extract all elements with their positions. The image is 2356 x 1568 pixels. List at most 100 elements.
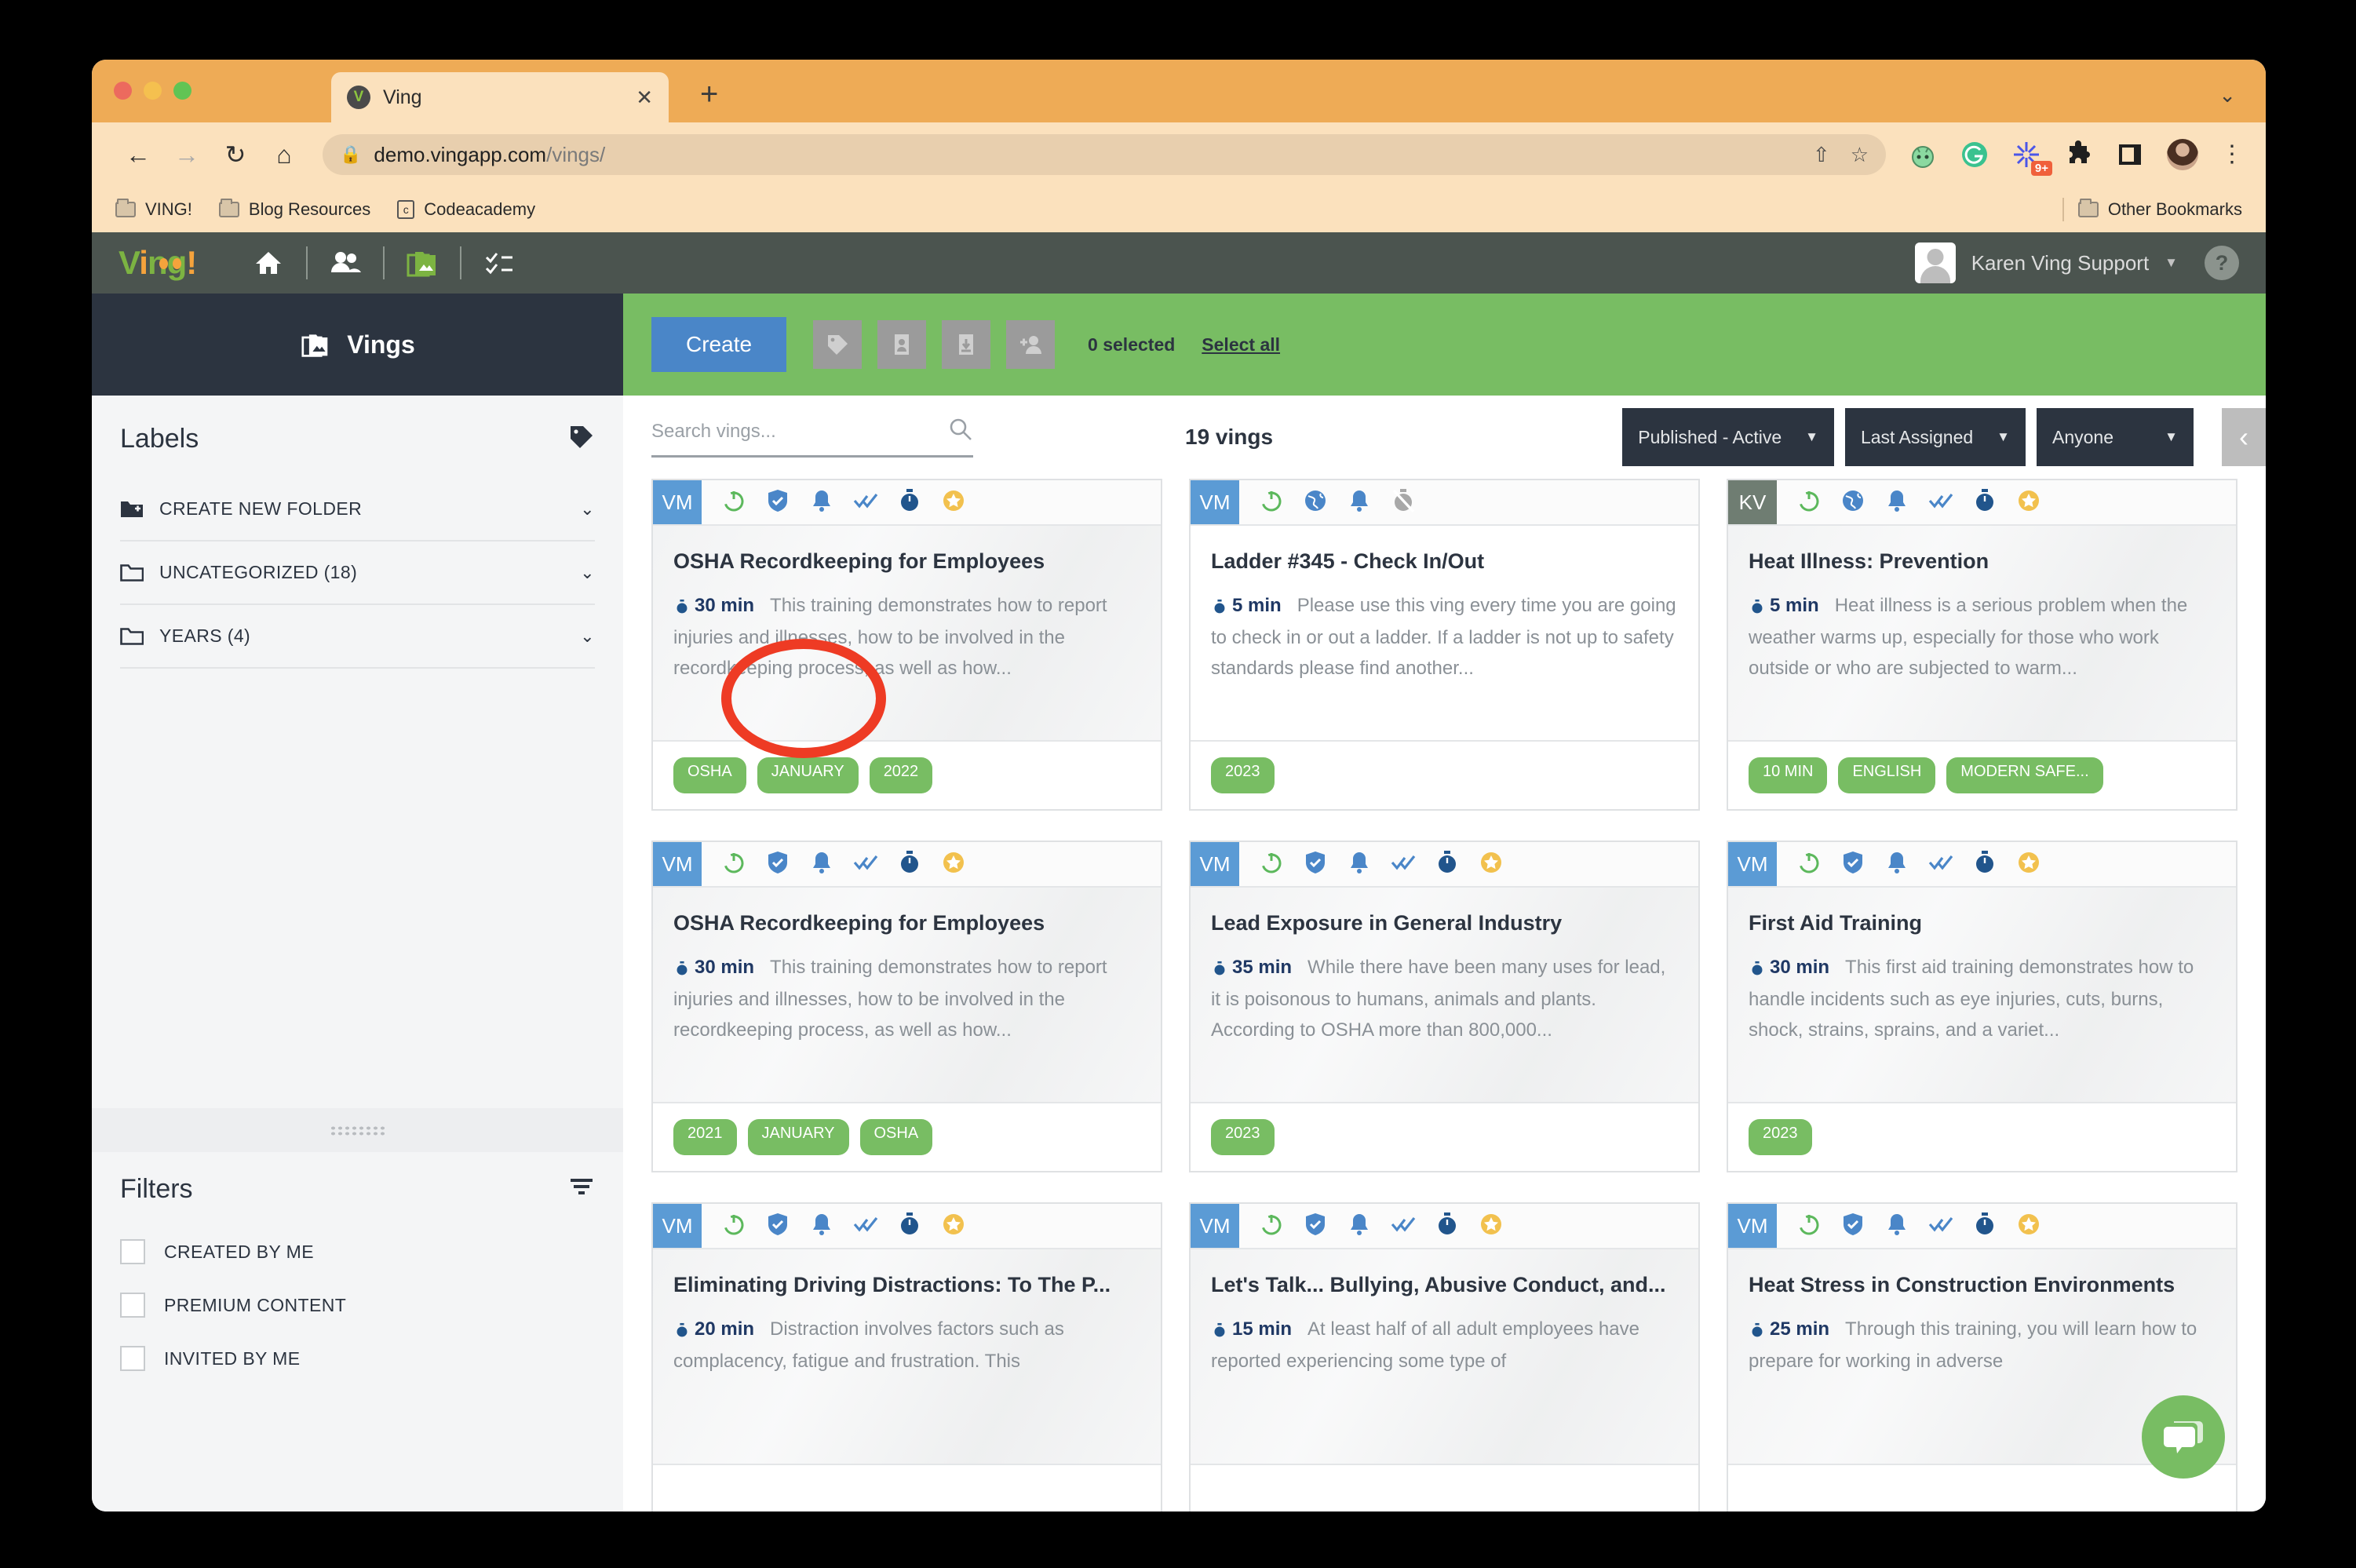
bell-icon[interactable] <box>1884 487 1910 518</box>
close-window-button[interactable] <box>114 82 132 100</box>
filter-icon[interactable] <box>568 1176 595 1203</box>
power-icon[interactable] <box>1258 1211 1285 1242</box>
chevron-down-icon[interactable]: ⌄ <box>580 499 595 520</box>
people-icon[interactable] <box>322 247 369 279</box>
double-check-icon[interactable] <box>1390 849 1417 880</box>
star-icon[interactable] <box>1478 1211 1504 1242</box>
share-icon[interactable]: ⇧ <box>1813 143 1830 167</box>
sidebar-item-uncategorized[interactable]: UNCATEGORIZED (18) ⌄ <box>120 542 595 605</box>
ving-tag[interactable]: MODERN SAFE... <box>1946 757 2103 793</box>
chevron-down-icon[interactable]: ▼ <box>1805 429 1818 445</box>
forward-icon[interactable]: → <box>162 140 211 170</box>
ving-tag[interactable]: ENGLISH <box>1838 757 1935 793</box>
ving-tag[interactable]: JANUARY <box>748 1119 849 1155</box>
double-check-icon[interactable] <box>1927 1211 1954 1242</box>
close-tab-icon[interactable]: ✕ <box>636 86 653 110</box>
bookmark-ving[interactable]: VING! <box>115 199 192 220</box>
power-icon[interactable] <box>1258 487 1285 518</box>
other-bookmarks-button[interactable]: Other Bookmarks <box>2078 199 2242 220</box>
select-status[interactable]: Published - Active ▼ <box>1622 408 1834 466</box>
help-button[interactable]: ? <box>2205 246 2239 280</box>
sidebar-item-years[interactable]: YEARS (4) ⌄ <box>120 605 595 669</box>
shield-check-icon[interactable] <box>764 1211 791 1242</box>
browser-menu-icon[interactable]: ⋮ <box>2220 151 2244 159</box>
ving-card[interactable]: VM OSHA Recordkeeping for Employees 30 m… <box>651 841 1162 1172</box>
power-icon[interactable] <box>720 487 747 518</box>
bell-icon[interactable] <box>1346 1211 1373 1242</box>
minimize-window-button[interactable] <box>144 82 162 100</box>
user-menu[interactable]: Karen Ving Support ▼ ? <box>1915 242 2239 283</box>
power-icon[interactable] <box>1796 1211 1822 1242</box>
stopwatch-icon[interactable] <box>896 1211 923 1242</box>
puzzle-extensions-icon[interactable] <box>2063 140 2093 170</box>
stopwatch-icon[interactable] <box>1434 1211 1461 1242</box>
tag-icon-button[interactable] <box>813 320 862 369</box>
ving-tag[interactable]: 2023 <box>1749 1119 1812 1155</box>
power-icon[interactable] <box>720 849 747 880</box>
back-icon[interactable]: ← <box>114 140 162 170</box>
shield-check-icon[interactable] <box>764 849 791 880</box>
filter-created-by-me[interactable]: CREATED BY ME <box>120 1225 595 1278</box>
checkbox[interactable] <box>120 1346 145 1371</box>
stopwatch-icon[interactable] <box>1434 849 1461 880</box>
add-person-icon-button[interactable] <box>1006 320 1055 369</box>
chevron-down-icon[interactable]: ▼ <box>2165 429 2178 445</box>
ving-tag[interactable]: OSHA <box>860 1119 933 1155</box>
double-check-icon[interactable] <box>852 1211 879 1242</box>
ving-card[interactable]: VM Lead Exposure in General Industry 35 … <box>1189 841 1700 1172</box>
download-icon-button[interactable] <box>942 320 990 369</box>
window-controls[interactable] <box>114 82 191 100</box>
home-icon[interactable]: ⌂ <box>260 140 308 170</box>
shield-check-icon[interactable] <box>1302 1211 1329 1242</box>
star-icon[interactable] <box>2015 1211 2042 1242</box>
select-all-link[interactable]: Select all <box>1202 334 1280 356</box>
stopwatch-icon[interactable] <box>1971 487 1998 518</box>
tag-icon[interactable] <box>568 424 595 454</box>
new-tab-icon[interactable]: + <box>700 80 718 108</box>
power-icon[interactable] <box>1796 849 1822 880</box>
maximize-window-button[interactable] <box>173 82 191 100</box>
globe-icon[interactable] <box>1302 487 1329 518</box>
contact-card-icon-button[interactable] <box>877 320 926 369</box>
ving-card[interactable]: VM First Aid Training 30 min This first … <box>1727 841 2237 1172</box>
ving-card[interactable]: KV Heat Illness: Prevention 5 min Heat i… <box>1727 479 2237 811</box>
loom-extension-icon[interactable]: 9+ <box>2011 140 2041 170</box>
globe-icon[interactable] <box>1840 487 1866 518</box>
chevron-down-icon[interactable]: ⌄ <box>580 626 595 647</box>
bookmark-star-icon[interactable]: ☆ <box>1851 143 1869 167</box>
ving-tag[interactable]: OSHA <box>673 757 746 793</box>
double-check-icon[interactable] <box>1927 487 1954 518</box>
double-check-icon[interactable] <box>1390 1211 1417 1242</box>
chat-widget-button[interactable] <box>2142 1395 2225 1479</box>
profile-avatar[interactable] <box>2167 139 2198 170</box>
ving-tag[interactable]: 2023 <box>1211 1119 1275 1155</box>
bookmark-blog-resources[interactable]: Blog Resources <box>219 199 370 220</box>
shield-check-icon[interactable] <box>764 487 791 518</box>
power-icon[interactable] <box>720 1211 747 1242</box>
bell-icon[interactable] <box>808 1211 835 1242</box>
ving-card[interactable]: VM Ladder #345 - Check In/Out 5 min Plea… <box>1189 479 1700 811</box>
star-icon[interactable] <box>940 849 967 880</box>
star-icon[interactable] <box>2015 849 2042 880</box>
checkbox[interactable] <box>120 1293 145 1318</box>
search-box[interactable] <box>651 417 973 458</box>
stopwatch-off-icon[interactable] <box>1390 487 1417 518</box>
chevron-down-icon[interactable]: ⌄ <box>580 563 595 583</box>
star-icon[interactable] <box>2015 487 2042 518</box>
stopwatch-icon[interactable] <box>1971 1211 1998 1242</box>
chevron-down-icon[interactable]: ▼ <box>1997 429 2010 445</box>
star-icon[interactable] <box>940 1211 967 1242</box>
checkbox[interactable] <box>120 1239 145 1264</box>
bell-icon[interactable] <box>1346 487 1373 518</box>
ving-tag[interactable]: 2023 <box>1211 757 1275 793</box>
sidepanel-icon[interactable] <box>2115 140 2145 170</box>
ving-logo[interactable]: Ving! <box>119 244 196 282</box>
bookmark-codeacademy[interactable]: c Codeacademy <box>397 199 535 220</box>
stopwatch-icon[interactable] <box>896 487 923 518</box>
home-icon[interactable] <box>245 247 292 279</box>
shield-check-icon[interactable] <box>1840 849 1866 880</box>
shield-check-icon[interactable] <box>1302 849 1329 880</box>
reload-icon[interactable]: ↻ <box>211 140 260 170</box>
ving-tag[interactable]: JANUARY <box>757 757 859 793</box>
ving-tag[interactable]: 2021 <box>673 1119 737 1155</box>
